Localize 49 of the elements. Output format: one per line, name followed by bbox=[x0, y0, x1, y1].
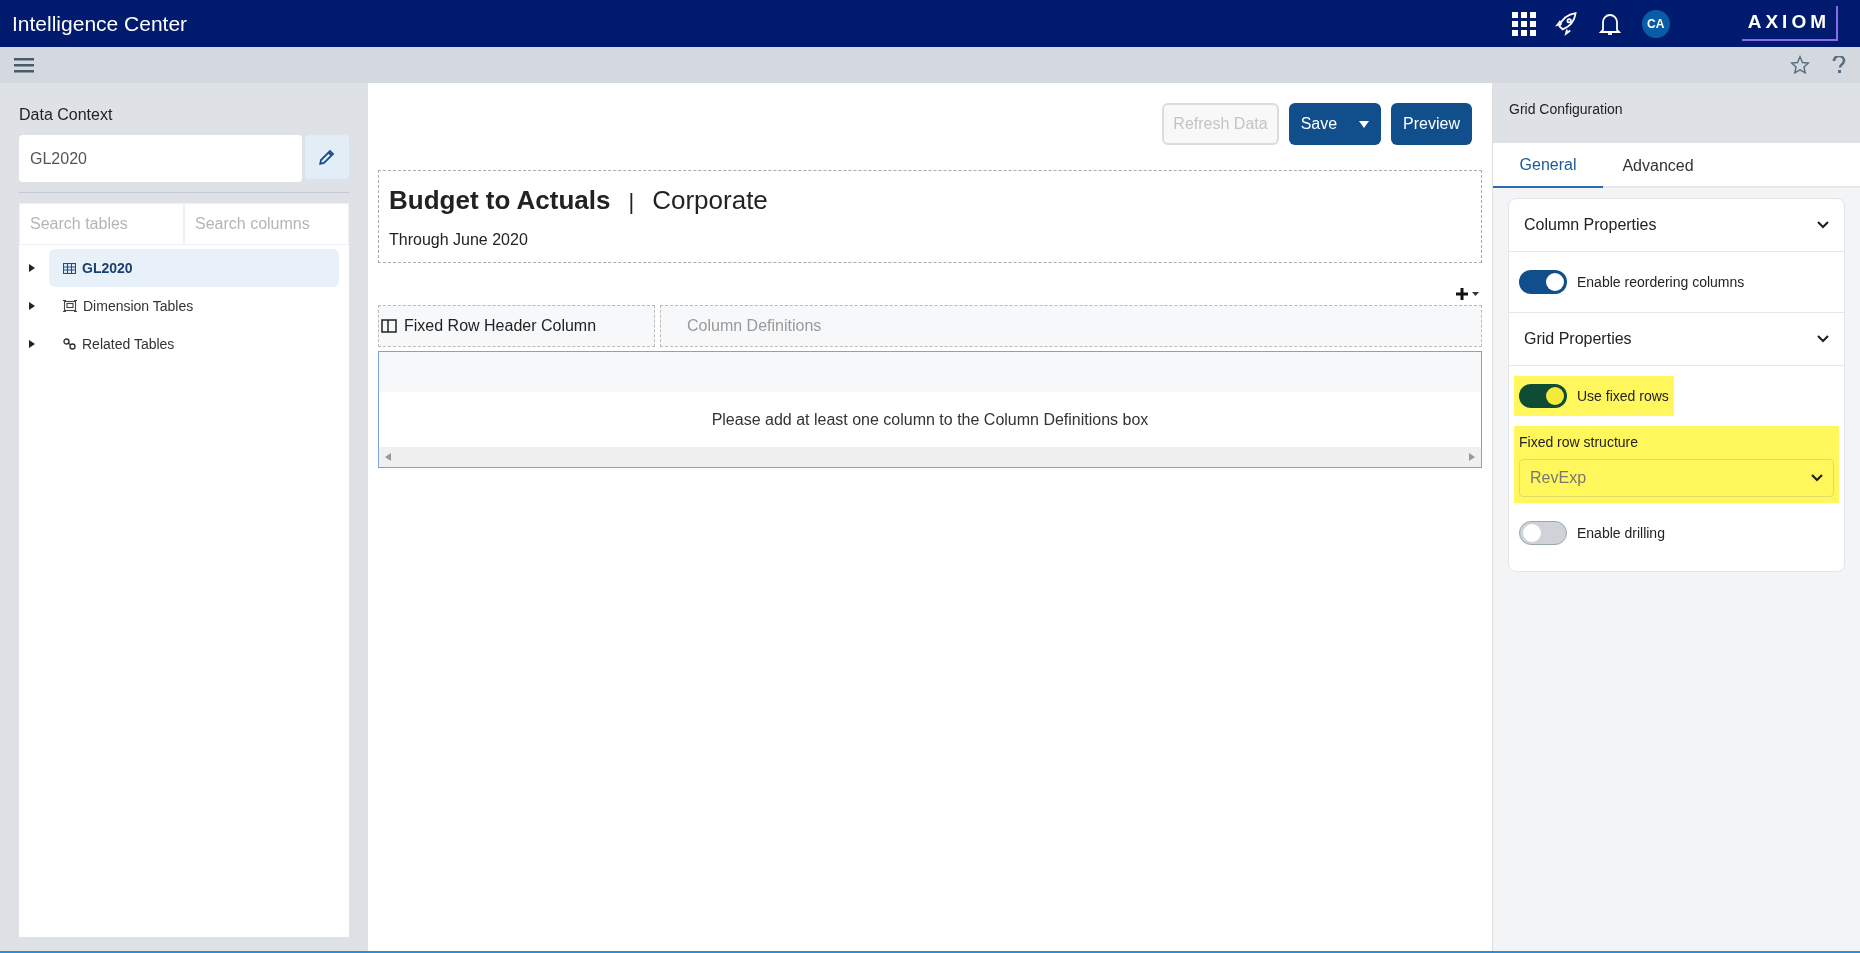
empty-grid-message: Please add at least one column to the Column Definitions box bbox=[711, 409, 1149, 430]
edit-button[interactable] bbox=[305, 135, 349, 179]
help-icon[interactable] bbox=[1832, 56, 1846, 74]
chevron-down-icon bbox=[1811, 474, 1823, 482]
report-title: Budget to Actuals bbox=[389, 184, 611, 217]
config-tab[interactable]: General bbox=[1493, 143, 1603, 188]
search-field[interactable]: Search columns bbox=[184, 203, 349, 245]
chevron-down-icon bbox=[1817, 221, 1829, 229]
toolbar-button[interactable]: Preview bbox=[1391, 103, 1472, 145]
expand-caret-icon[interactable] bbox=[29, 302, 35, 310]
tree-item[interactable]: Related Tables bbox=[49, 325, 339, 363]
toggle-label: Enable drilling bbox=[1577, 523, 1665, 543]
tree-item[interactable]: Dimension Tables bbox=[49, 287, 339, 325]
section-header[interactable]: Grid Properties bbox=[1509, 313, 1844, 366]
toggle-switch[interactable] bbox=[1519, 270, 1567, 294]
config-tab[interactable]: Advanced bbox=[1603, 143, 1713, 188]
app-grid-icon[interactable] bbox=[1511, 11, 1536, 36]
menu-icon[interactable] bbox=[14, 57, 34, 73]
toolbar-button[interactable]: Save bbox=[1288, 103, 1382, 145]
report-subtitle: Corporate bbox=[652, 184, 768, 217]
toggle-switch[interactable] bbox=[1519, 521, 1567, 545]
toggle-switch[interactable] bbox=[1519, 384, 1567, 408]
column-layout-icon bbox=[381, 318, 397, 334]
search-field[interactable]: Search tables bbox=[19, 203, 184, 245]
field-label: Fixed row structure bbox=[1519, 433, 1640, 452]
user-avatar[interactable]: CA bbox=[1641, 9, 1670, 38]
fixed-row-header-column[interactable]: Fixed Row Header Column bbox=[378, 305, 655, 347]
config-title: Grid Configuration bbox=[1509, 101, 1623, 117]
expand-caret-icon[interactable] bbox=[29, 340, 35, 348]
logo: AXIOM bbox=[1741, 6, 1838, 41]
link-icon bbox=[63, 338, 76, 350]
fixed-row-structure-dropdown[interactable]: RevExp bbox=[1519, 459, 1834, 497]
report-period: Through June 2020 bbox=[389, 230, 529, 250]
chevron-down-icon bbox=[1817, 335, 1829, 343]
app-title: Intelligence Center bbox=[12, 10, 188, 37]
data-context-field[interactable]: GL2020 bbox=[19, 135, 302, 182]
add-dropdown-icon[interactable] bbox=[1456, 287, 1480, 301]
dimension-icon bbox=[63, 300, 77, 312]
toggle-label: Enable reordering columns bbox=[1577, 272, 1745, 292]
data-context-label: Data Context bbox=[19, 105, 114, 125]
title-separator: | bbox=[628, 188, 635, 216]
pencil-icon bbox=[318, 148, 336, 166]
rocket-icon[interactable] bbox=[1553, 10, 1580, 37]
table-icon bbox=[63, 262, 76, 274]
section-header[interactable]: Column Properties bbox=[1509, 199, 1844, 252]
tree-item[interactable]: GL2020 bbox=[49, 249, 339, 287]
star-icon[interactable] bbox=[1790, 55, 1810, 75]
expand-caret-icon[interactable] bbox=[29, 264, 35, 272]
toggle-label: Use fixed rows bbox=[1577, 386, 1669, 406]
